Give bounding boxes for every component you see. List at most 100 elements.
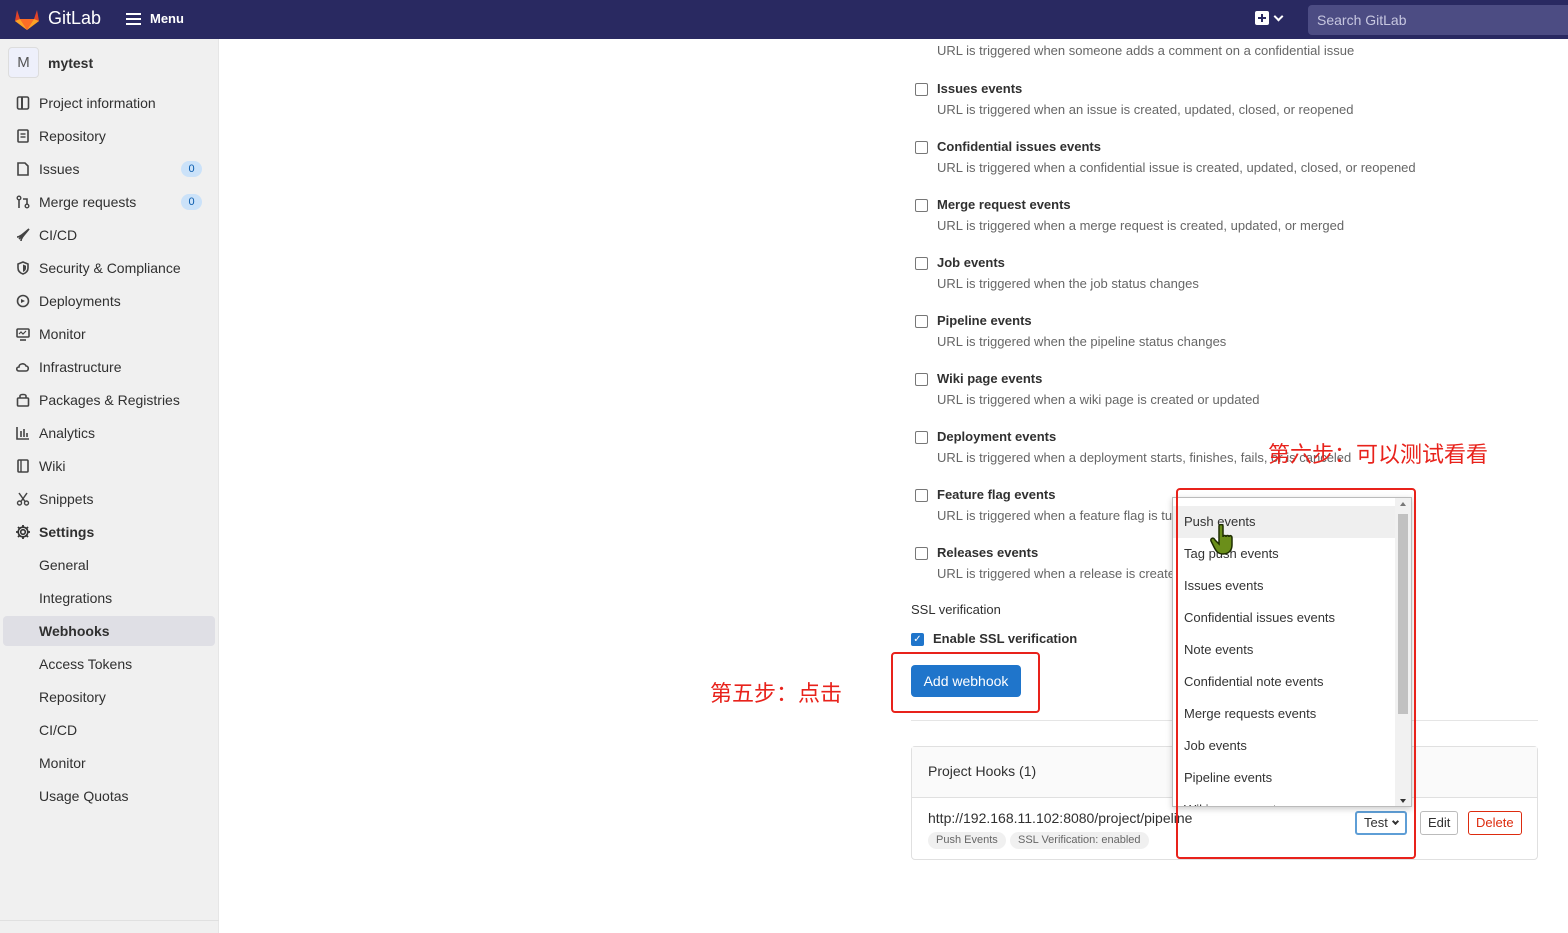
event-description: URL is triggered when a merge request is… <box>937 218 1345 233</box>
step6-highlight-box <box>1176 488 1416 859</box>
event-description: URL is triggered when an issue is create… <box>937 102 1354 117</box>
event-title[interactable]: Wiki page events <box>937 371 1042 386</box>
sidebar-subitem-integrations[interactable]: Integrations <box>3 583 215 613</box>
event-checkbox[interactable] <box>915 373 928 386</box>
monitor-icon <box>15 326 31 342</box>
sidebar-item-merge-requests[interactable]: Merge requests 0 <box>3 187 215 217</box>
book-icon <box>15 458 31 474</box>
sidebar-item-project-information[interactable]: Project information <box>3 88 215 118</box>
sidebar-item-snippets[interactable]: Snippets <box>3 484 215 514</box>
sidebar-item-label: Monitor <box>39 326 86 342</box>
step6-annotation: 第六步：可以测试看看 <box>1268 443 1489 468</box>
sidebar-subitem-repository[interactable]: Repository <box>3 682 215 712</box>
deployments-icon <box>15 293 31 309</box>
event-title[interactable]: Feature flag events <box>937 487 1056 502</box>
sidebar-item-label: CI/CD <box>39 227 78 243</box>
ssl-checkbox-label[interactable]: Enable SSL verification <box>933 631 1077 646</box>
step5-highlight-box <box>891 652 1040 713</box>
event-checkbox[interactable] <box>915 547 928 560</box>
event-checkbox[interactable] <box>915 315 928 328</box>
sidebar-subitem-monitor[interactable]: Monitor <box>3 748 215 778</box>
gear-icon <box>15 524 31 540</box>
event-title[interactable]: Confidential issues events <box>937 139 1101 154</box>
gitlab-logo-icon[interactable] <box>14 7 40 31</box>
sidebar-item-label: Infrastructure <box>39 359 122 375</box>
sidebar-item-issues[interactable]: Issues 0 <box>3 154 215 184</box>
sidebar-item-label: Wiki <box>39 458 66 474</box>
sidebar: M mytest Project information Repository … <box>0 39 219 933</box>
event-checkbox[interactable] <box>915 141 928 154</box>
event-description: URL is triggered when someone adds a com… <box>937 43 1355 58</box>
event-checkbox[interactable] <box>915 83 928 96</box>
plus-square-icon <box>1255 11 1269 25</box>
merge-request-icon <box>15 194 31 210</box>
sidebar-item-wiki[interactable]: Wiki <box>3 451 215 481</box>
event-title[interactable]: Job events <box>937 255 1005 270</box>
event-description: URL is triggered when a confidential iss… <box>937 160 1416 175</box>
event-checkbox[interactable] <box>915 257 928 270</box>
chevron-down-icon <box>1273 11 1284 21</box>
hamburger-icon <box>126 12 141 25</box>
search-input[interactable]: Search GitLab <box>1308 5 1568 35</box>
menu-button[interactable]: Menu <box>126 11 184 26</box>
brand-name[interactable]: GitLab <box>48 8 101 29</box>
sidebar-item-label: Settings <box>39 524 95 540</box>
event-title[interactable]: Pipeline events <box>937 313 1032 328</box>
ssl-verification-heading: SSL verification <box>911 602 1001 617</box>
sidebar-subitem-cicd[interactable]: CI/CD <box>3 715 215 745</box>
hook-url: http://192.168.11.102:8080/project/pipel… <box>928 810 1193 826</box>
sidebar-item-infrastructure[interactable]: Infrastructure <box>3 352 215 382</box>
new-item-dropdown-button[interactable] <box>1255 11 1284 25</box>
event-title[interactable]: Deployment events <box>937 429 1056 444</box>
info-icon <box>15 95 31 111</box>
rocket-icon <box>15 227 31 243</box>
sidebar-item-label: Analytics <box>39 425 96 441</box>
sidebar-item-label: Issues <box>39 161 80 177</box>
sidebar-item-label: Security & Compliance <box>39 260 181 276</box>
hook-badge-ssl: SSL Verification: enabled <box>1010 832 1149 849</box>
event-description: URL is triggered when the pipeline statu… <box>937 334 1227 349</box>
sidebar-item-label: Merge requests <box>39 194 137 210</box>
sidebar-item-label: Deployments <box>39 293 121 309</box>
event-checkbox[interactable] <box>915 489 928 502</box>
sidebar-item-security-compliance[interactable]: Security & Compliance <box>3 253 215 283</box>
package-icon <box>15 392 31 408</box>
sidebar-subitem-usage-quotas[interactable]: Usage Quotas <box>3 781 215 811</box>
menu-label: Menu <box>150 11 184 26</box>
sidebar-item-settings[interactable]: Settings <box>3 517 215 547</box>
sidebar-item-label: Repository <box>39 128 106 144</box>
sidebar-subitem-access-tokens[interactable]: Access Tokens <box>3 649 215 679</box>
edit-hook-button[interactable]: Edit <box>1420 811 1459 835</box>
event-checkbox[interactable] <box>915 199 928 212</box>
delete-hook-button[interactable]: Delete <box>1468 811 1522 835</box>
event-title[interactable]: Merge request events <box>937 197 1071 212</box>
sidebar-item-label: Packages & Registries <box>39 392 180 408</box>
sidebar-item-label: Snippets <box>39 491 94 507</box>
sidebar-item-deployments[interactable]: Deployments <box>3 286 215 316</box>
ssl-checkbox-checked[interactable]: ✓ <box>911 633 924 646</box>
sidebar-item-analytics[interactable]: Analytics <box>3 418 215 448</box>
sidebar-item-label: Project information <box>39 95 156 111</box>
sidebar-item-packages-registries[interactable]: Packages & Registries <box>3 385 215 415</box>
cloud-icon <box>15 359 31 375</box>
top-navbar: GitLab Menu Search GitLab <box>0 0 1568 39</box>
project-link[interactable]: M mytest <box>8 47 93 78</box>
chart-icon <box>15 425 31 441</box>
merge-requests-count-badge: 0 <box>181 194 202 210</box>
sidebar-subitem-webhooks[interactable]: Webhooks <box>3 616 215 646</box>
event-title[interactable]: Releases events <box>937 545 1038 560</box>
repository-icon <box>15 128 31 144</box>
sidebar-item-monitor[interactable]: Monitor <box>3 319 215 349</box>
issues-count-badge: 0 <box>181 161 202 177</box>
event-title[interactable]: Issues events <box>937 81 1022 96</box>
project-name: mytest <box>48 54 94 71</box>
event-description: URL is triggered when the job status cha… <box>937 276 1199 291</box>
sidebar-subitem-general[interactable]: General <box>3 550 215 580</box>
shield-icon <box>15 260 31 276</box>
hook-badge-push-events: Push Events <box>928 832 1006 849</box>
step5-annotation: 第五步：点击 <box>710 682 843 707</box>
event-checkbox[interactable] <box>915 431 928 444</box>
issues-icon <box>15 161 31 177</box>
sidebar-item-cicd[interactable]: CI/CD <box>3 220 215 250</box>
sidebar-item-repository[interactable]: Repository <box>3 121 215 151</box>
